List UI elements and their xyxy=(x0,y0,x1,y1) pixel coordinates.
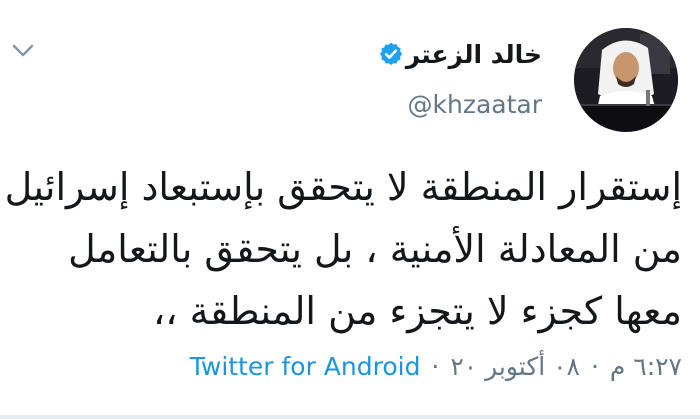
verified-badge-icon xyxy=(379,42,403,66)
meta-separator: · xyxy=(590,352,599,381)
tweet-body-line: إستقرار المنطقة لا يتحقق بإستبعاد إسرائي… xyxy=(4,165,682,209)
tweet-body-line: معها كجزء لا يتجزء من المنطقة ،، xyxy=(153,289,682,333)
tweet-body-line: من المعادلة الأمنية ، بل يتحقق بالتعامل xyxy=(68,227,682,271)
tweet-source-link[interactable]: Twitter for Android xyxy=(190,352,421,381)
tweet-date[interactable]: ٠٨ أكتوبر ٢٠ xyxy=(450,352,580,381)
avatar-image xyxy=(574,28,678,132)
tweet-body: إستقرار المنطقة لا يتحقق بإستبعاد إسرائي… xyxy=(4,156,682,342)
meta-separator: · xyxy=(431,352,440,381)
author-display-name[interactable]: خالد الزعتر xyxy=(406,40,542,69)
divider xyxy=(0,415,700,419)
tweet-meta: ٦:٢٧ م · ٠٨ أكتوبر ٢٠ · Twitter for Andr… xyxy=(190,352,682,381)
tweet-time[interactable]: ٦:٢٧ م xyxy=(610,352,682,381)
tweet-card: خالد الزعتر @khzaatar إستقرار المنطقة لا… xyxy=(0,0,700,419)
author-avatar[interactable] xyxy=(574,28,678,132)
author-handle[interactable]: @khzaatar xyxy=(408,90,543,119)
chevron-down-icon[interactable] xyxy=(12,44,34,58)
